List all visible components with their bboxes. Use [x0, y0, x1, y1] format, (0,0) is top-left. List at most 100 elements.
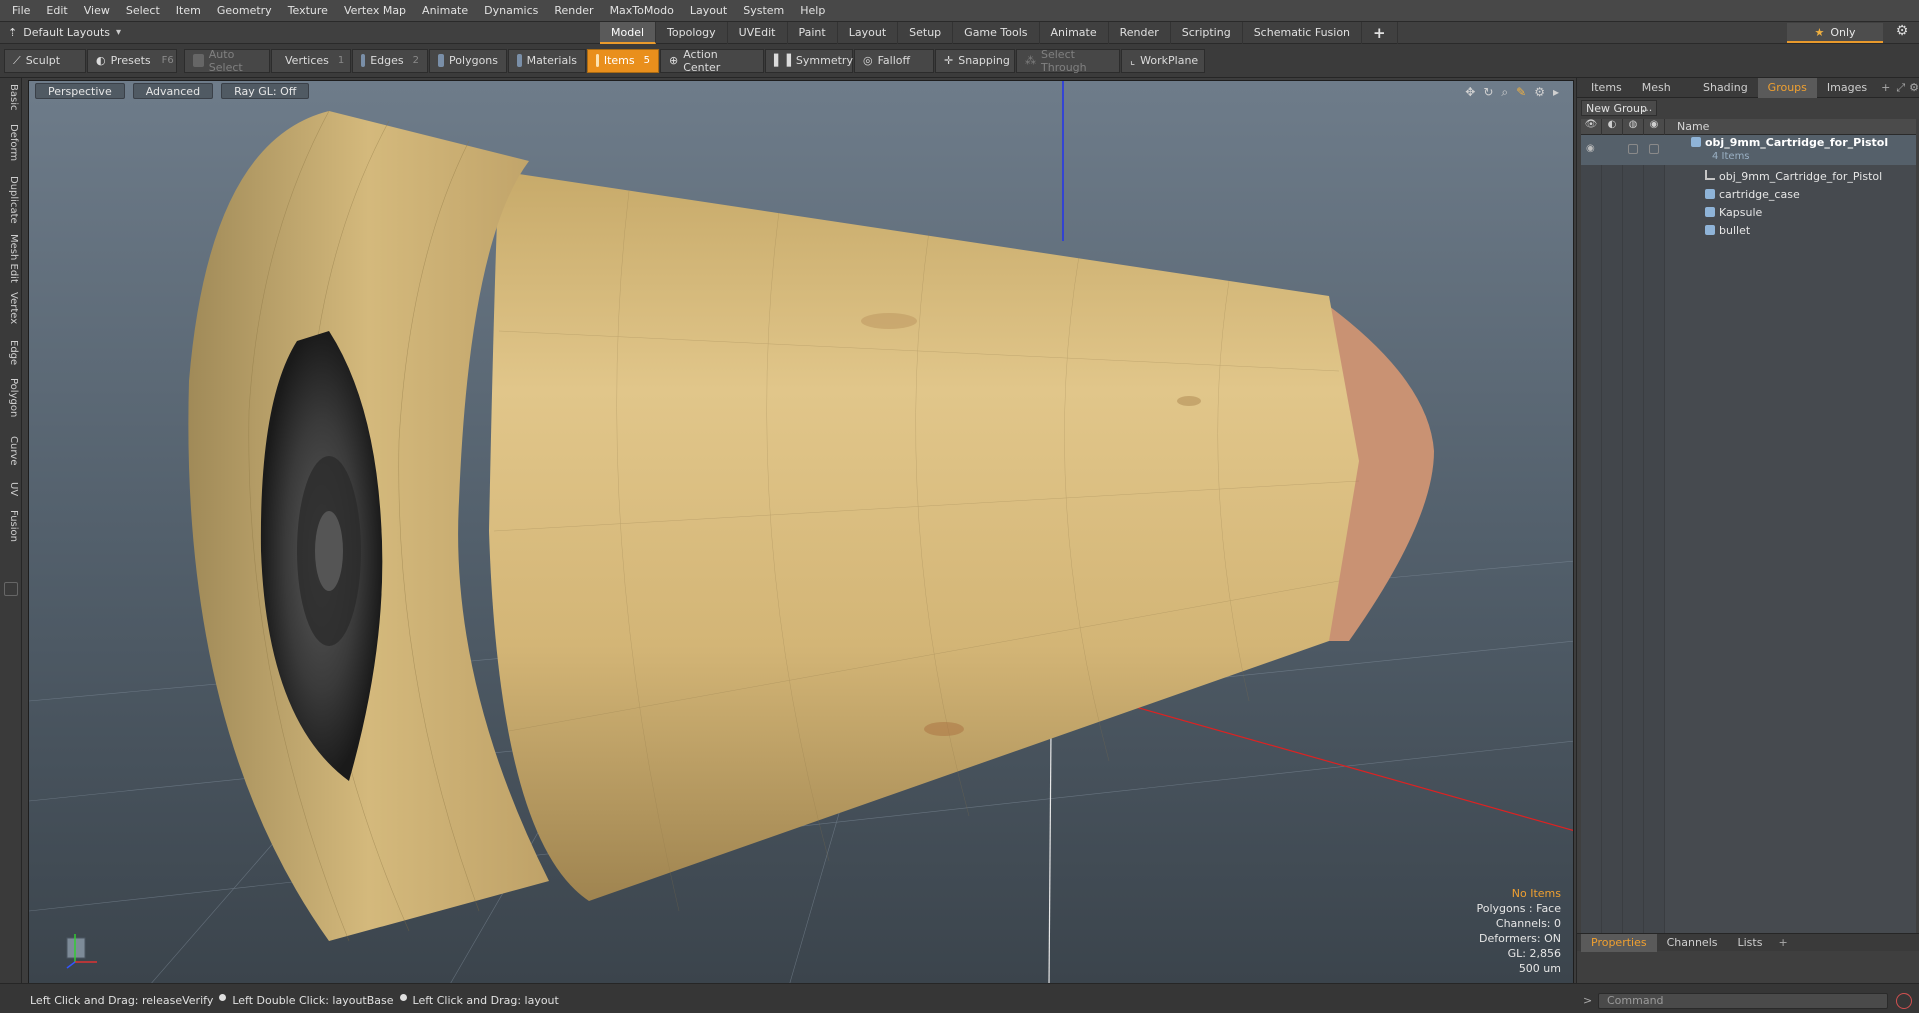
- menu-render[interactable]: Render: [546, 4, 601, 17]
- tab-scripting[interactable]: Scripting: [1171, 22, 1243, 44]
- tab-model[interactable]: Model: [600, 22, 657, 44]
- materials-button[interactable]: Materials: [508, 48, 586, 73]
- tab-shading[interactable]: Shading: [1693, 78, 1758, 98]
- select-column-icon[interactable]: ◉: [1644, 118, 1665, 135]
- edges-button[interactable]: Edges 2: [352, 48, 428, 73]
- menu-texture[interactable]: Texture: [280, 4, 336, 17]
- menu-edit[interactable]: Edit: [38, 4, 75, 17]
- left-tab-duplicate[interactable]: Duplicate: [3, 176, 19, 224]
- falloff-button[interactable]: ◎ Falloff: [854, 48, 934, 73]
- list-item[interactable]: obj_9mm_Cartridge_for_Pistol: [1581, 167, 1916, 185]
- eye-icon[interactable]: ◉: [1586, 143, 1595, 154]
- items-button[interactable]: Items 5: [587, 48, 659, 73]
- left-tab-deform[interactable]: Deform: [3, 124, 19, 161]
- menu-item[interactable]: Item: [168, 4, 209, 17]
- new-group-button[interactable]: New Group: [1581, 100, 1657, 116]
- menu-help[interactable]: Help: [792, 4, 833, 17]
- 3d-viewport[interactable]: Perspective Advanced Ray GL: Off ✥ ↻ ⌕ ✎…: [28, 80, 1574, 985]
- edges-count: 2: [412, 55, 419, 66]
- visibility-column-icon[interactable]: 👁: [1581, 118, 1602, 135]
- tab-paint[interactable]: Paint: [788, 22, 838, 44]
- command-record-icon[interactable]: [1896, 993, 1912, 1009]
- info-channels: Channels: 0: [1495, 917, 1561, 930]
- view-mode-button[interactable]: Perspective: [35, 83, 125, 99]
- add-properties-tab-icon[interactable]: +: [1772, 936, 1787, 949]
- menu-geometry[interactable]: Geometry: [209, 4, 280, 17]
- tab-schematic-fusion[interactable]: Schematic Fusion: [1243, 22, 1363, 44]
- pan-icon[interactable]: ✥: [1465, 85, 1475, 100]
- expand-icon[interactable]: ⤢: [1890, 81, 1905, 95]
- panel-gear-icon[interactable]: ⚙: [1905, 81, 1919, 94]
- tab-lists[interactable]: Lists: [1728, 934, 1773, 952]
- raygl-button[interactable]: Ray GL: Off: [221, 83, 310, 99]
- tab-items[interactable]: Items: [1581, 78, 1632, 98]
- sculpt-button[interactable]: ⟋ Sculpt: [4, 48, 86, 73]
- layout-selector[interactable]: ⇡ Default Layouts ▾: [0, 26, 600, 39]
- menu-animate[interactable]: Animate: [414, 4, 476, 17]
- symmetry-button[interactable]: ▌▐ Symmetry: [765, 48, 853, 73]
- tab-topology[interactable]: Topology: [656, 22, 728, 44]
- left-tab-vertex[interactable]: Vertex: [3, 292, 19, 324]
- left-tab-edge[interactable]: Edge: [3, 340, 19, 365]
- command-input[interactable]: Command: [1598, 993, 1888, 1009]
- menu-select[interactable]: Select: [118, 4, 168, 17]
- tab-groups[interactable]: Groups: [1757, 77, 1817, 98]
- add-panel-tab-icon[interactable]: +: [1877, 81, 1890, 94]
- menu-file[interactable]: File: [4, 4, 38, 17]
- viewport-menu-icon[interactable]: ▸: [1553, 85, 1559, 100]
- tab-game-tools[interactable]: Game Tools: [953, 22, 1040, 44]
- menu-system[interactable]: System: [735, 4, 792, 17]
- menu-vertex-map[interactable]: Vertex Map: [336, 4, 414, 17]
- list-item[interactable]: bullet: [1581, 221, 1916, 239]
- group-select-checkbox[interactable]: [1649, 144, 1659, 154]
- auto-select-button[interactable]: Auto Select: [184, 47, 270, 74]
- action-center-button[interactable]: ⊕ Action Center: [660, 48, 764, 74]
- shading-mode-button[interactable]: Advanced: [132, 83, 214, 99]
- auto-select-label: Auto Select: [208, 47, 243, 74]
- command-arrow-icon[interactable]: >: [1583, 994, 1592, 1007]
- groups-list-header: 👁 ◐ ◍ ◉ Name: [1581, 118, 1916, 135]
- left-tab-fusion[interactable]: Fusion: [3, 510, 19, 542]
- group-lock-checkbox[interactable]: [1628, 144, 1638, 154]
- tab-setup[interactable]: Setup: [898, 22, 954, 44]
- tab-properties[interactable]: Properties: [1581, 933, 1657, 952]
- select-through-button[interactable]: ⁂ Select Through: [1016, 48, 1120, 74]
- edit-icon[interactable]: ✎: [1516, 85, 1526, 100]
- tab-render[interactable]: Render: [1109, 22, 1171, 44]
- add-tab-button[interactable]: +: [1362, 22, 1398, 44]
- tab-images[interactable]: Images: [1817, 78, 1877, 98]
- tab-layout[interactable]: Layout: [838, 22, 899, 44]
- gear-icon[interactable]: ⚙: [1891, 23, 1913, 43]
- left-tab-polygon[interactable]: Polygon: [3, 378, 19, 417]
- workplane-button[interactable]: ⌞ WorkPlane: [1121, 48, 1205, 73]
- left-tab-uv[interactable]: UV: [3, 482, 19, 496]
- tab-mesh[interactable]: Mesh ...: [1632, 78, 1693, 114]
- viewport-header: Perspective Advanced Ray GL: Off: [35, 83, 310, 99]
- menu-maxtomodo[interactable]: MaxToModo: [602, 4, 682, 17]
- menu-view[interactable]: View: [76, 4, 118, 17]
- group-row[interactable]: ◉ obj_9mm_Cartridge_for_Pistol 4 Items: [1581, 135, 1916, 165]
- tab-channels[interactable]: Channels: [1657, 934, 1728, 952]
- rotate-icon[interactable]: ↻: [1483, 85, 1493, 100]
- only-toggle[interactable]: ★ Only: [1787, 23, 1883, 43]
- list-item[interactable]: Kapsule: [1581, 203, 1916, 221]
- list-item[interactable]: cartridge_case: [1581, 185, 1916, 203]
- menu-dynamics[interactable]: Dynamics: [476, 4, 546, 17]
- lock-column-icon[interactable]: ◍: [1623, 118, 1644, 135]
- polygons-button[interactable]: Polygons: [429, 48, 507, 73]
- render-column-icon[interactable]: ◐: [1602, 118, 1623, 135]
- materials-label: Materials: [526, 54, 577, 67]
- snapping-button[interactable]: ✛ Snapping: [935, 48, 1015, 73]
- left-tab-mesh-edit[interactable]: Mesh Edit: [3, 234, 19, 283]
- menu-layout[interactable]: Layout: [682, 4, 735, 17]
- name-column-header[interactable]: Name: [1665, 120, 1709, 133]
- left-tab-basic[interactable]: Basic: [3, 84, 19, 110]
- left-panel-toggle[interactable]: [4, 582, 18, 596]
- left-tab-curve[interactable]: Curve: [3, 436, 19, 466]
- tab-uvedit[interactable]: UVEdit: [728, 22, 788, 44]
- tab-animate[interactable]: Animate: [1040, 22, 1109, 44]
- presets-button[interactable]: ◐ Presets F6: [87, 48, 177, 73]
- viewport-gear-icon[interactable]: ⚙: [1534, 85, 1545, 100]
- zoom-icon[interactable]: ⌕: [1501, 85, 1508, 100]
- vertices-button[interactable]: Vertices 1: [271, 48, 351, 73]
